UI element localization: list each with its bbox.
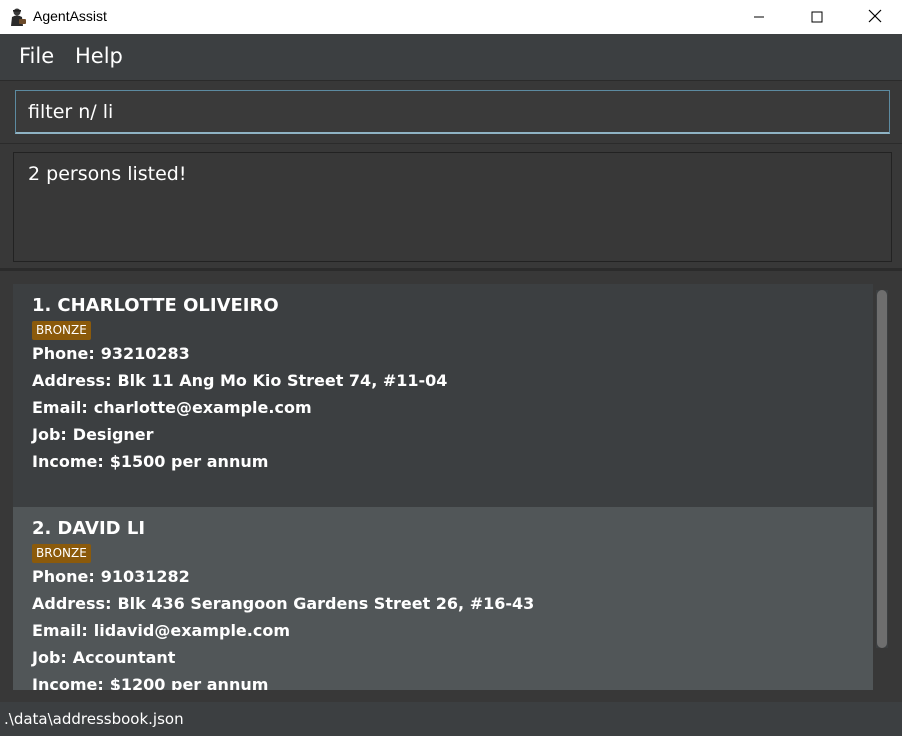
result-display-container: 2 persons listed!	[0, 144, 902, 268]
email-label: Email:	[32, 398, 88, 417]
job-field: Job: Accountant	[32, 644, 854, 671]
person-list-panel: 1. CHARLOTTE OLIVEIRO BRONZE Phone: 93210…	[0, 269, 902, 703]
job-value: Designer	[72, 425, 154, 444]
person-index: 2.	[32, 518, 52, 539]
maximize-button[interactable]	[788, 0, 846, 34]
job-label: Job:	[32, 648, 67, 667]
title-bar: AgentAssist	[0, 0, 902, 34]
close-icon	[868, 8, 882, 27]
menu-help[interactable]: Help	[75, 44, 123, 68]
address-label: Address:	[32, 594, 112, 613]
maximize-icon	[811, 8, 823, 27]
phone-label: Phone:	[32, 567, 95, 586]
income-label: Income:	[32, 675, 104, 690]
income-value: $1200 per annum	[109, 675, 269, 690]
address-value: Blk 11 Ang Mo Kio Street 74, #11-04	[117, 371, 448, 390]
minimize-button[interactable]	[730, 0, 788, 34]
address-value: Blk 436 Serangoon Gardens Street 26, #16…	[117, 594, 535, 613]
income-label: Income:	[32, 452, 104, 471]
address-label: Address:	[32, 371, 112, 390]
app-agent-icon	[8, 7, 28, 27]
minimize-icon	[753, 8, 765, 27]
phone-value: 93210283	[100, 344, 190, 363]
person-name: CHARLOTTE OLIVEIRO	[57, 295, 279, 316]
income-value: $1500 per annum	[109, 452, 269, 471]
phone-value: 91031282	[100, 567, 190, 586]
tier-tag: BRONZE	[32, 321, 91, 340]
person-name-row: 2. DAVID LI	[32, 517, 854, 541]
person-card[interactable]: 1. CHARLOTTE OLIVEIRO BRONZE Phone: 93210…	[13, 284, 873, 507]
window-title: AgentAssist	[33, 8, 107, 24]
email-value: lidavid@example.com	[93, 621, 291, 640]
address-field: Address: Blk 11 Ang Mo Kio Street 74, #11…	[32, 367, 854, 394]
command-input[interactable]	[15, 90, 890, 134]
email-field: Email: charlotte@example.com	[32, 394, 854, 421]
phone-label: Phone:	[32, 344, 95, 363]
income-field: Income: $1200 per annum	[32, 671, 854, 690]
person-list[interactable]: 1. CHARLOTTE OLIVEIRO BRONZE Phone: 93210…	[13, 284, 873, 690]
job-label: Job:	[32, 425, 67, 444]
person-card[interactable]: 2. DAVID LI BRONZE Phone: 91031282 Addres…	[13, 507, 873, 690]
person-index: 1.	[32, 295, 52, 316]
result-display: 2 persons listed!	[13, 152, 892, 262]
email-label: Email:	[32, 621, 88, 640]
phone-field: Phone: 91031282	[32, 563, 854, 590]
status-bar: .\data\addressbook.json	[0, 702, 902, 736]
person-name: DAVID LI	[57, 518, 146, 539]
close-button[interactable]	[846, 0, 902, 34]
email-value: charlotte@example.com	[93, 398, 312, 417]
job-field: Job: Designer	[32, 421, 854, 448]
menu-bar: File Help	[0, 34, 902, 81]
phone-field: Phone: 93210283	[32, 340, 854, 367]
result-message: 2 persons listed!	[28, 163, 187, 185]
scrollbar-thumb[interactable]	[877, 290, 887, 648]
menu-file[interactable]: File	[19, 44, 54, 68]
address-field: Address: Blk 436 Serangoon Gardens Street…	[32, 590, 854, 617]
save-location-path: .\data\addressbook.json	[4, 710, 184, 728]
email-field: Email: lidavid@example.com	[32, 617, 854, 644]
command-box-container	[0, 81, 902, 143]
app-window: AgentAssist File Help 2 persons listed!	[0, 0, 902, 736]
list-scrollbar[interactable]	[876, 290, 888, 648]
person-name-row: 1. CHARLOTTE OLIVEIRO	[32, 294, 854, 318]
tier-tag: BRONZE	[32, 544, 91, 563]
job-value: Accountant	[72, 648, 176, 667]
income-field: Income: $1500 per annum	[32, 448, 854, 475]
